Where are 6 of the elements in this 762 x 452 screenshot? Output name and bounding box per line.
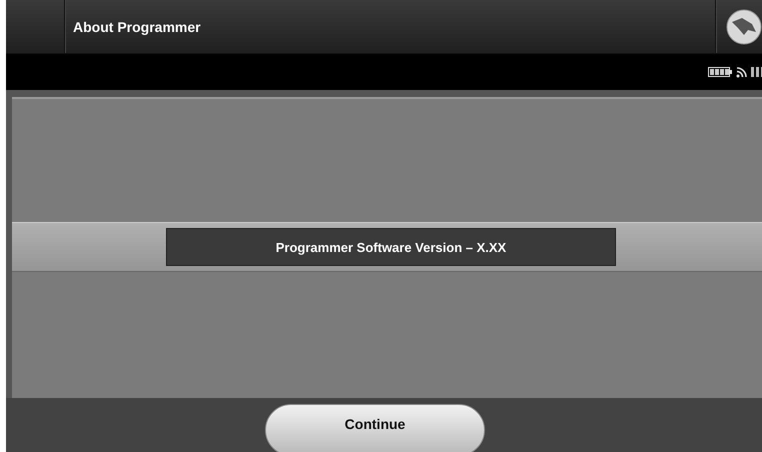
wifi-icon [736, 66, 747, 78]
window-title: About Programmer [72, 18, 202, 37]
signal-icon [751, 67, 762, 77]
continue-button[interactable]: Continue [265, 404, 485, 452]
battery-icon [708, 67, 732, 77]
software-version: Programmer Software Version – X.XX [166, 228, 616, 266]
